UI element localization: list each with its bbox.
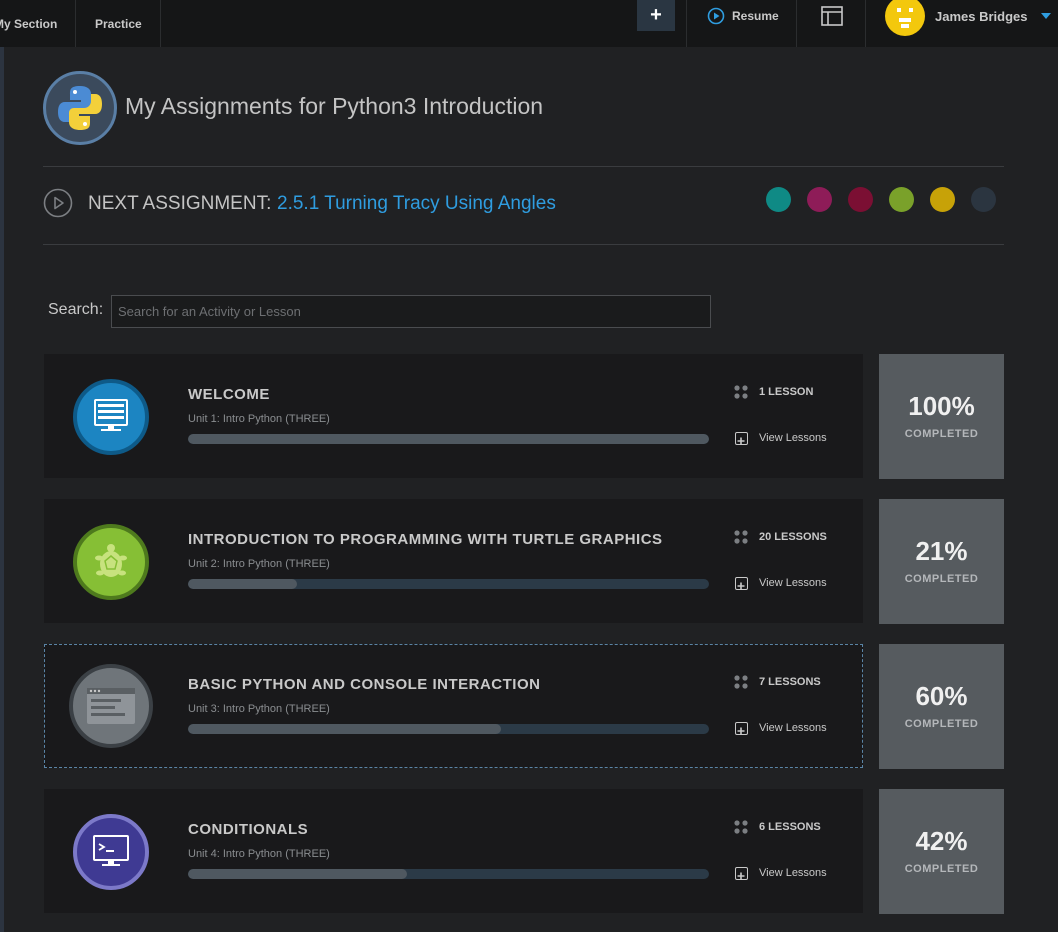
user-name[interactable]: James Bridges bbox=[935, 0, 1028, 33]
unit-title[interactable]: BASIC PYTHON AND CONSOLE INTERACTION bbox=[188, 676, 540, 693]
unit-card[interactable]: BASIC PYTHON AND CONSOLE INTERACTION Uni… bbox=[44, 644, 863, 768]
completion-percent: 100% bbox=[908, 391, 975, 421]
plus-square-icon[interactable] bbox=[735, 867, 748, 880]
completion-percent: 60% bbox=[915, 681, 968, 711]
terminal-icon bbox=[93, 835, 129, 866]
unit-card[interactable]: CONDITIONALS Unit 4: Intro Python (THREE… bbox=[44, 789, 863, 913]
divider bbox=[43, 244, 1004, 245]
unit-title[interactable]: WELCOME bbox=[188, 386, 270, 403]
progress-fill bbox=[188, 579, 298, 589]
view-lessons-link[interactable]: View Lessons bbox=[759, 722, 827, 734]
completion-label: COMPLETED bbox=[904, 863, 979, 875]
progress-fill bbox=[188, 434, 709, 444]
theme-color-swatch[interactable] bbox=[930, 187, 955, 212]
nav-divider bbox=[160, 0, 161, 47]
window-layout-icon[interactable] bbox=[821, 6, 843, 26]
console-window-icon bbox=[87, 688, 135, 724]
search-input[interactable] bbox=[111, 295, 711, 328]
resume-button[interactable]: Resume bbox=[732, 0, 779, 32]
plus-square-icon[interactable] bbox=[735, 577, 748, 590]
monitor-icon bbox=[94, 399, 128, 431]
completion-label: COMPLETED bbox=[904, 718, 979, 730]
pixel-face-icon bbox=[897, 8, 913, 28]
theme-color-swatch[interactable] bbox=[848, 187, 873, 212]
lessons-count: 1 LESSON bbox=[759, 386, 814, 398]
lessons-count: 6 LESSONS bbox=[759, 821, 821, 833]
unit-icon-circle bbox=[73, 524, 149, 600]
completion-label: COMPLETED bbox=[904, 428, 979, 440]
progress-bar bbox=[188, 869, 709, 879]
theme-color-swatch[interactable] bbox=[807, 187, 832, 212]
unit-card[interactable]: WELCOME Unit 1: Intro Python (THREE) 1 L… bbox=[44, 354, 863, 478]
nav-divider bbox=[686, 0, 687, 47]
divider bbox=[43, 166, 1004, 167]
unit-title[interactable]: CONDITIONALS bbox=[188, 821, 308, 838]
plus-square-icon[interactable] bbox=[735, 722, 748, 735]
resume-play-icon[interactable] bbox=[707, 7, 725, 25]
python-logo-icon bbox=[43, 71, 117, 145]
view-lessons-link[interactable]: View Lessons bbox=[759, 432, 827, 444]
lessons-dots-icon bbox=[734, 385, 748, 399]
unit-subtitle: Unit 4: Intro Python (THREE) bbox=[188, 848, 330, 860]
lessons-count: 7 LESSONS bbox=[759, 676, 821, 688]
lessons-count: 20 LESSONS bbox=[759, 531, 827, 543]
progress-bar bbox=[188, 434, 709, 444]
view-lessons-link[interactable]: View Lessons bbox=[759, 867, 827, 879]
theme-color-swatch[interactable] bbox=[889, 187, 914, 212]
progress-bar bbox=[188, 579, 709, 589]
unit-icon-circle bbox=[69, 664, 153, 748]
progress-fill bbox=[188, 724, 501, 734]
nav-divider bbox=[75, 0, 76, 47]
unit-subtitle: Unit 1: Intro Python (THREE) bbox=[188, 413, 330, 425]
progress-fill bbox=[188, 869, 407, 879]
progress-bar bbox=[188, 724, 709, 734]
theme-color-swatch[interactable] bbox=[766, 187, 791, 212]
completion-label: COMPLETED bbox=[904, 573, 979, 585]
next-assignment-label: NEXT ASSIGNMENT: bbox=[88, 193, 272, 214]
view-lessons-link[interactable]: View Lessons bbox=[759, 577, 827, 589]
completion-box: 42% COMPLETED bbox=[879, 789, 1004, 914]
plus-square-icon[interactable] bbox=[735, 432, 748, 445]
lessons-dots-icon bbox=[734, 530, 748, 544]
unit-title[interactable]: INTRODUCTION TO PROGRAMMING WITH TURTLE … bbox=[188, 531, 663, 548]
completion-box: 21% COMPLETED bbox=[879, 499, 1004, 624]
nav-practice[interactable]: Practice bbox=[95, 0, 142, 47]
nav-divider bbox=[796, 0, 797, 47]
search-label: Search: bbox=[48, 301, 104, 318]
unit-icon-circle bbox=[73, 379, 149, 455]
unit-subtitle: Unit 2: Intro Python (THREE) bbox=[188, 558, 330, 570]
completion-percent: 21% bbox=[915, 536, 968, 566]
completion-percent: 42% bbox=[915, 826, 968, 856]
lessons-dots-icon bbox=[734, 820, 748, 834]
unit-subtitle: Unit 3: Intro Python (THREE) bbox=[188, 703, 330, 715]
completion-box: 60% COMPLETED bbox=[879, 644, 1004, 769]
add-button[interactable]: + bbox=[637, 0, 675, 31]
top-nav: My Section Practice + Resume James Bridg… bbox=[0, 0, 1058, 47]
play-circle-icon[interactable] bbox=[43, 188, 73, 218]
lessons-dots-icon bbox=[734, 675, 748, 689]
theme-color-swatch[interactable] bbox=[971, 187, 996, 212]
nav-divider bbox=[865, 0, 866, 47]
unit-card[interactable]: INTRODUCTION TO PROGRAMMING WITH TURTLE … bbox=[44, 499, 863, 623]
avatar[interactable] bbox=[885, 0, 925, 36]
unit-icon-circle bbox=[73, 814, 149, 890]
turtle-icon bbox=[95, 544, 127, 577]
next-assignment-link[interactable]: 2.5.1 Turning Tracy Using Angles bbox=[277, 193, 556, 215]
completion-box: 100% COMPLETED bbox=[879, 354, 1004, 479]
chevron-down-icon[interactable] bbox=[1041, 13, 1051, 19]
nav-my-section[interactable]: My Section bbox=[0, 0, 57, 47]
page-title: My Assignments for Python3 Introduction bbox=[125, 93, 544, 119]
